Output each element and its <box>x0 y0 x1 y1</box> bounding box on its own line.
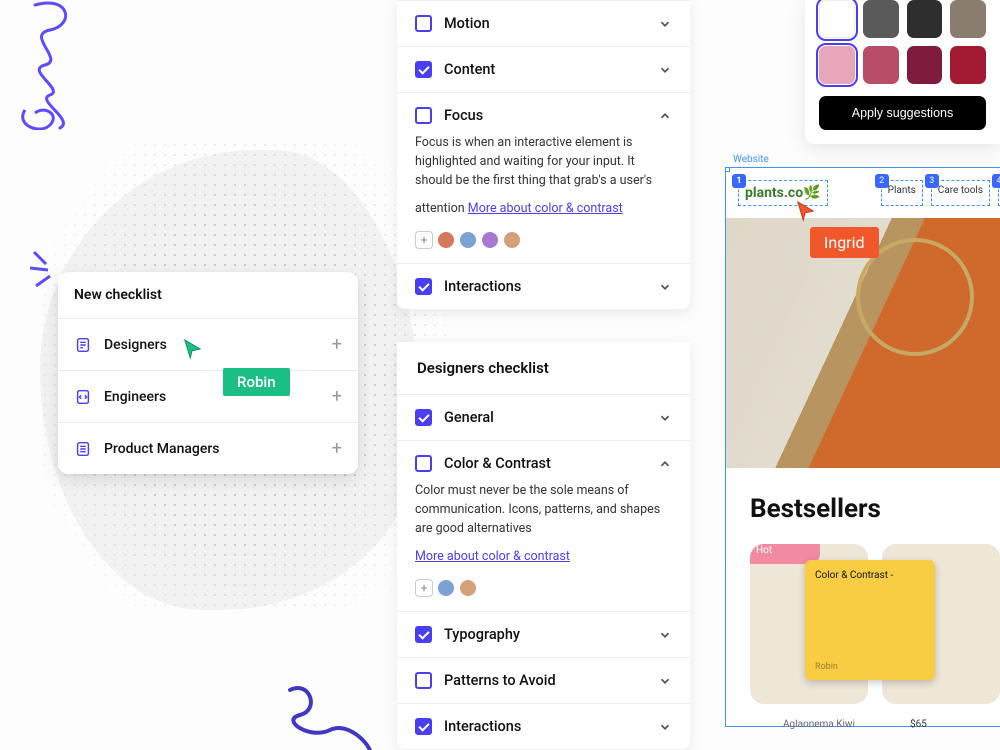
item-color-body: Color must never be the sole means of co… <box>415 483 660 536</box>
checklist-item-label: Product Managers <box>104 441 220 457</box>
plus-icon[interactable]: + <box>332 334 342 355</box>
clipboard-icon <box>74 336 92 354</box>
color-suggestion-panel: Apply suggestions <box>805 0 1000 144</box>
decorative-squiggle-bottom <box>280 680 380 750</box>
swatch[interactable] <box>819 46 855 84</box>
swatch[interactable] <box>907 46 943 84</box>
swatch[interactable] <box>950 0 986 38</box>
product-price: $65 <box>910 719 927 730</box>
new-checklist-title: New checklist <box>58 272 358 318</box>
chevron-up-icon <box>658 457 672 471</box>
item-interactions[interactable]: Interactions <box>415 718 672 735</box>
designers-checklist-title: Designers checklist <box>397 342 690 394</box>
item-patterns-avoid[interactable]: Patterns to Avoid <box>415 672 672 689</box>
nav-care-tools[interactable]: 3 Care tools <box>931 180 990 206</box>
avatar[interactable] <box>459 231 477 249</box>
new-checklist-panel: New checklist Designers + Engineers + Pr… <box>58 272 358 474</box>
nav-plants[interactable]: 2 Plants <box>881 180 923 206</box>
checkbox-content[interactable] <box>415 61 432 78</box>
chevron-up-icon <box>658 109 672 123</box>
sticky-note[interactable]: Color & Contrast - Robin <box>805 560 935 680</box>
bestsellers-heading: Bestsellers <box>750 494 1000 524</box>
checklist-item-engineers[interactable]: Engineers + <box>58 370 358 422</box>
item-interactions[interactable]: Interactions <box>415 278 672 295</box>
avatar[interactable] <box>437 579 455 597</box>
chevron-down-icon <box>658 17 672 31</box>
product-caption: Aglaonema Kiwi <box>783 719 855 730</box>
checkbox-interactions[interactable] <box>415 278 432 295</box>
avatar[interactable] <box>459 579 477 597</box>
link-more-color-contrast[interactable]: More about color & contrast <box>468 200 623 219</box>
clipboard-icon <box>74 440 92 458</box>
checkbox-interactions[interactable] <box>415 718 432 735</box>
item-motion[interactable]: Motion <box>415 15 672 32</box>
checkbox-typography[interactable] <box>415 626 432 643</box>
chevron-down-icon <box>658 674 672 688</box>
checkbox-focus[interactable] <box>415 107 432 124</box>
checkbox-general[interactable] <box>415 409 432 426</box>
swatch[interactable] <box>863 46 899 84</box>
plus-icon[interactable]: + <box>332 438 342 459</box>
checklist-accordion-top: Motion Content Focus Focus is when an in… <box>397 0 690 309</box>
decorative-squiggle <box>20 0 110 130</box>
user-tag-ingrid: Ingrid <box>810 227 879 258</box>
avatar[interactable] <box>437 231 455 249</box>
chevron-down-icon <box>658 628 672 642</box>
plus-icon[interactable]: + <box>332 386 342 407</box>
swatch[interactable] <box>950 46 986 84</box>
designers-checklist-panel: Designers checklist General Color & Cont… <box>397 342 690 749</box>
item-typography[interactable]: Typography <box>415 626 672 643</box>
swatch[interactable] <box>907 0 943 38</box>
note-author: Robin <box>815 662 838 672</box>
swatch[interactable] <box>863 0 899 38</box>
chevron-down-icon <box>658 280 672 294</box>
avatar[interactable] <box>481 231 499 249</box>
apply-suggestions-button[interactable]: Apply suggestions <box>819 96 986 130</box>
link-more-color-contrast[interactable]: More about color & contrast <box>415 548 570 567</box>
checkbox-color-contrast[interactable] <box>415 455 432 472</box>
frame-label: Website <box>733 154 1000 165</box>
item-content[interactable]: Content <box>415 61 672 78</box>
cursor-ingrid <box>795 200 817 226</box>
user-tag-robin: Robin <box>223 368 290 396</box>
checklist-item-label: Engineers <box>104 389 166 405</box>
item-color-contrast[interactable]: Color & Contrast <box>415 455 672 472</box>
item-focus[interactable]: Focus <box>415 107 672 124</box>
resize-handle[interactable] <box>725 167 730 172</box>
item-general[interactable]: General <box>415 409 672 426</box>
add-assignee-button[interactable]: + <box>415 231 433 249</box>
clipboard-icon <box>74 388 92 406</box>
note-text: Color & Contrast - <box>815 570 893 581</box>
chevron-down-icon <box>658 63 672 77</box>
chevron-down-icon <box>658 411 672 425</box>
checklist-item-designers[interactable]: Designers + <box>58 318 358 370</box>
add-assignee-button[interactable]: + <box>415 579 433 597</box>
avatar[interactable] <box>503 231 521 249</box>
checklist-item-pm[interactable]: Product Managers + <box>58 422 358 474</box>
checkbox-motion[interactable] <box>415 15 432 32</box>
swatch[interactable] <box>819 0 855 38</box>
cursor-robin <box>182 338 204 364</box>
checkbox-patterns-avoid[interactable] <box>415 672 432 689</box>
checklist-item-label: Designers <box>104 337 167 353</box>
chevron-down-icon <box>658 720 672 734</box>
